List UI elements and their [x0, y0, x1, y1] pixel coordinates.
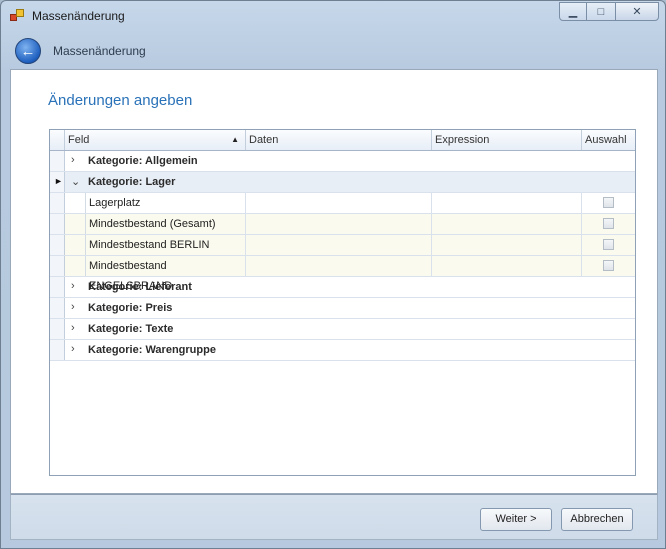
- auswahl-checkbox[interactable]: [603, 197, 614, 208]
- app-icon: [10, 9, 26, 23]
- field-row[interactable]: Mindestbestand BERLIN: [50, 235, 635, 256]
- wizard-footer: Weiter > Abbrechen: [10, 494, 658, 540]
- column-header-auswahl[interactable]: Auswahl: [582, 130, 635, 150]
- expand-chevron-icon[interactable]: ›: [71, 154, 75, 166]
- wizard-content: Änderungen angeben Feld ▲ Daten Expressi…: [10, 69, 658, 494]
- field-daten[interactable]: [246, 235, 432, 255]
- field-auswahl-cell: [582, 256, 635, 276]
- category-label: Kategorie: Lager: [88, 176, 176, 188]
- expand-chevron-icon[interactable]: ›: [71, 343, 75, 355]
- category-row[interactable]: ► ⌄ Kategorie: Lager: [50, 172, 635, 193]
- category-label: Kategorie: Warengruppe: [88, 344, 216, 356]
- auswahl-checkbox[interactable]: [603, 260, 614, 271]
- grid-header: Feld ▲ Daten Expression Auswahl: [50, 130, 635, 151]
- maximize-button[interactable]: □: [587, 2, 615, 21]
- collapse-chevron-icon[interactable]: ⌄: [71, 175, 80, 188]
- page-title: Änderungen angeben: [48, 92, 193, 109]
- row-indent: [65, 235, 86, 255]
- field-expression[interactable]: [432, 214, 582, 234]
- category-row[interactable]: › Kategorie: Warengruppe: [50, 340, 635, 361]
- field-auswahl-cell: [582, 214, 635, 234]
- column-label-feld: Feld: [68, 134, 90, 146]
- category-row[interactable]: › Kategorie: Lieferant: [50, 277, 635, 298]
- row-indicator: [50, 256, 65, 276]
- field-name: Mindestbestand ENGELSBRAND: [86, 256, 246, 292]
- cancel-button[interactable]: Abbrechen: [561, 508, 633, 531]
- field-expression[interactable]: [432, 235, 582, 255]
- column-header-feld[interactable]: Feld ▲: [65, 130, 246, 150]
- field-expression[interactable]: [432, 193, 582, 213]
- row-indicator: [50, 214, 65, 234]
- window-title: Massenänderung: [32, 9, 125, 23]
- field-row[interactable]: Mindestbestand ENGELSBRAND: [50, 256, 635, 292]
- field-daten[interactable]: [246, 214, 432, 234]
- close-button[interactable]: ✕: [615, 2, 659, 21]
- row-indicator: ►: [50, 172, 65, 192]
- back-arrow-icon[interactable]: ←: [15, 38, 41, 64]
- sort-ascending-icon: ▲: [231, 135, 239, 144]
- expand-chevron-icon[interactable]: ›: [71, 301, 75, 313]
- field-auswahl-cell: [582, 235, 635, 255]
- category-label: Kategorie: Texte: [88, 323, 174, 335]
- field-name: Lagerplatz: [86, 193, 246, 213]
- field-name: Mindestbestand (Gesamt): [86, 214, 246, 234]
- row-indicator: [50, 235, 65, 255]
- row-indicator: [50, 151, 65, 171]
- field-expression[interactable]: [432, 256, 582, 276]
- wizard-window: Massenänderung ▁ □ ✕ ← Massenänderung Än…: [0, 0, 666, 549]
- field-row[interactable]: Lagerplatz: [50, 193, 635, 214]
- category-row[interactable]: › Kategorie: Allgemein: [50, 151, 635, 172]
- field-auswahl-cell: [582, 193, 635, 213]
- field-daten[interactable]: [246, 193, 432, 213]
- auswahl-checkbox[interactable]: [603, 239, 614, 250]
- row-indent: [65, 256, 86, 276]
- category-row[interactable]: › Kategorie: Preis: [50, 298, 635, 319]
- row-indicator: [50, 298, 65, 318]
- category-label: Kategorie: Lieferant: [88, 281, 192, 293]
- row-indicator: [50, 277, 65, 297]
- next-button[interactable]: Weiter >: [480, 508, 552, 531]
- wizard-title: Massenänderung: [53, 44, 146, 58]
- property-grid: Feld ▲ Daten Expression Auswahl › Katego…: [49, 129, 636, 476]
- auswahl-checkbox[interactable]: [603, 218, 614, 229]
- header-indicator: [50, 130, 65, 150]
- window-controls: ▁ □ ✕: [559, 2, 659, 22]
- expand-chevron-icon[interactable]: ›: [71, 322, 75, 334]
- wizard-nav-bar: ← Massenänderung: [1, 31, 665, 69]
- minimize-button[interactable]: ▁: [559, 2, 587, 21]
- current-row-pointer-icon: ►: [54, 176, 63, 186]
- field-row[interactable]: Mindestbestand (Gesamt): [50, 214, 635, 235]
- category-label: Kategorie: Preis: [88, 302, 173, 314]
- column-header-daten[interactable]: Daten: [246, 130, 432, 150]
- row-indent: [65, 193, 86, 213]
- row-indent: [65, 214, 86, 234]
- category-row[interactable]: › Kategorie: Texte: [50, 319, 635, 340]
- title-bar: Massenänderung ▁ □ ✕: [1, 1, 665, 31]
- row-indicator: [50, 340, 65, 360]
- column-header-expression[interactable]: Expression: [432, 130, 582, 150]
- expand-chevron-icon[interactable]: ›: [71, 280, 75, 292]
- category-label: Kategorie: Allgemein: [88, 155, 198, 167]
- field-daten[interactable]: [246, 256, 432, 276]
- row-indicator: [50, 193, 65, 213]
- row-indicator: [50, 319, 65, 339]
- field-name: Mindestbestand BERLIN: [86, 235, 246, 255]
